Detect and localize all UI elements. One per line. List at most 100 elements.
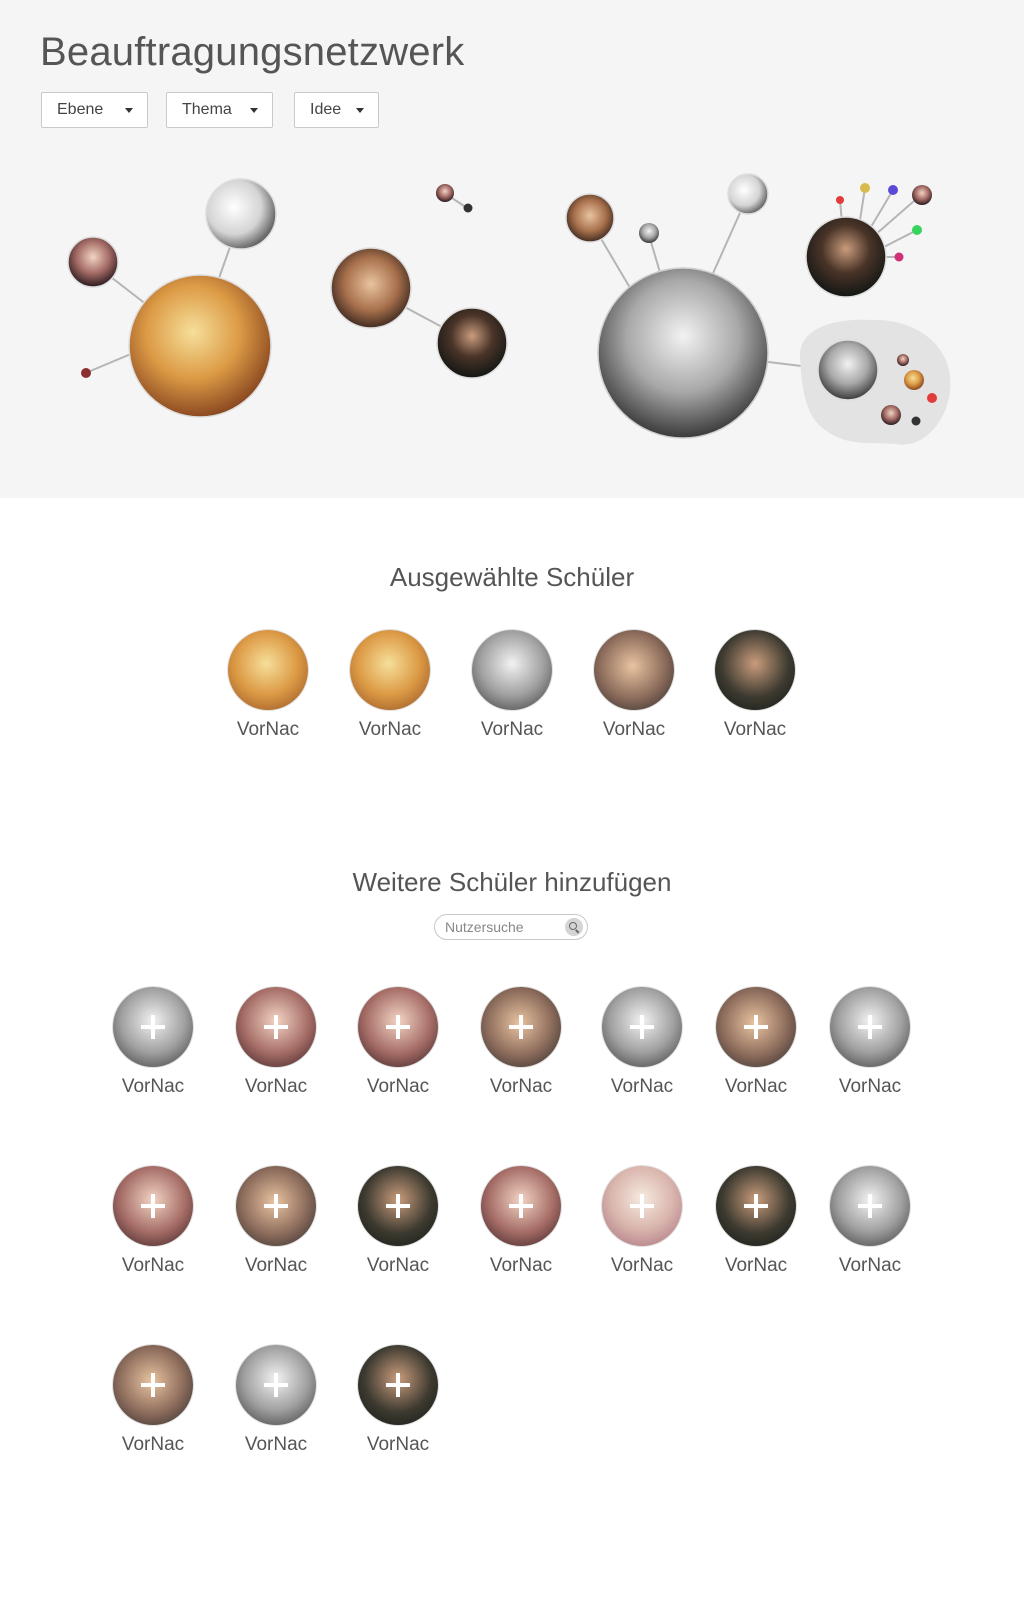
network-node-avatar bbox=[639, 223, 659, 243]
network-node-avatar bbox=[912, 185, 932, 205]
student-name: VorNac bbox=[724, 1255, 788, 1276]
student-name: VorNac bbox=[610, 1255, 674, 1276]
student-name: VorNac bbox=[236, 719, 300, 740]
add-student-avatar[interactable] bbox=[830, 1166, 910, 1246]
network-panel: Beauftragungsnetzwerk Ebene Thema Idee bbox=[0, 0, 1024, 498]
add-student-avatar[interactable] bbox=[113, 987, 193, 1067]
student-name: VorNac bbox=[121, 1076, 185, 1097]
plus-icon bbox=[630, 1015, 654, 1039]
plus-icon bbox=[141, 1015, 165, 1039]
network-node-dot bbox=[927, 393, 937, 403]
student-name: VorNac bbox=[366, 1255, 430, 1276]
plus-icon bbox=[744, 1194, 768, 1218]
network-node-avatar bbox=[881, 405, 901, 425]
plus-icon bbox=[509, 1015, 533, 1039]
add-student-avatar[interactable] bbox=[481, 1166, 561, 1246]
plus-icon bbox=[386, 1015, 410, 1039]
network-node-avatar bbox=[727, 173, 769, 215]
selected-student-avatar[interactable] bbox=[594, 630, 674, 710]
plus-icon bbox=[264, 1373, 288, 1397]
network-node-avatar bbox=[330, 247, 412, 329]
plus-icon bbox=[630, 1194, 654, 1218]
add-student-avatar[interactable] bbox=[236, 1166, 316, 1246]
student-name: VorNac bbox=[366, 1076, 430, 1097]
plus-icon bbox=[386, 1194, 410, 1218]
add-student-avatar[interactable] bbox=[602, 987, 682, 1067]
network-node-avatar bbox=[805, 216, 887, 298]
filter-ebene-dropdown[interactable]: Ebene bbox=[41, 92, 148, 128]
plus-icon bbox=[141, 1194, 165, 1218]
student-name: VorNac bbox=[358, 719, 422, 740]
student-name: VorNac bbox=[244, 1434, 308, 1455]
selected-students-heading: Ausgewählte Schüler bbox=[389, 562, 635, 592]
student-name: VorNac bbox=[121, 1255, 185, 1276]
chevron-down-icon bbox=[250, 108, 258, 113]
network-node-avatar bbox=[67, 236, 119, 288]
add-student-avatar[interactable] bbox=[358, 1345, 438, 1425]
add-student-avatar[interactable] bbox=[481, 987, 561, 1067]
add-student-avatar[interactable] bbox=[358, 1166, 438, 1246]
student-name: VorNac bbox=[121, 1434, 185, 1455]
student-name: VorNac bbox=[724, 1076, 788, 1097]
plus-icon bbox=[264, 1194, 288, 1218]
network-node-avatar bbox=[897, 354, 909, 366]
chevron-down-icon bbox=[356, 108, 364, 113]
network-node-dot bbox=[860, 183, 870, 193]
plus-icon bbox=[858, 1194, 882, 1218]
add-student-avatar[interactable] bbox=[602, 1166, 682, 1246]
network-node-avatar bbox=[565, 193, 615, 243]
filter-idee-label: Idee bbox=[310, 101, 342, 118]
selected-student-avatar[interactable] bbox=[228, 630, 308, 710]
network-node-dot bbox=[894, 252, 904, 262]
filter-idee-dropdown[interactable]: Idee bbox=[294, 92, 379, 128]
filter-thema-label: Thema bbox=[182, 101, 232, 118]
student-name: VorNac bbox=[480, 719, 544, 740]
selected-student-avatar[interactable] bbox=[472, 630, 552, 710]
add-student-avatar[interactable] bbox=[236, 1345, 316, 1425]
network-node-dot bbox=[888, 185, 898, 195]
student-name: VorNac bbox=[244, 1255, 308, 1276]
network-node-avatar bbox=[436, 307, 508, 379]
network-node-dot bbox=[912, 225, 922, 235]
filter-thema-dropdown[interactable]: Thema bbox=[166, 92, 273, 128]
selected-student-avatar[interactable] bbox=[715, 630, 795, 710]
filter-ebene-label: Ebene bbox=[57, 101, 104, 118]
add-student-avatar[interactable] bbox=[830, 987, 910, 1067]
network-node-avatar bbox=[436, 184, 454, 202]
selected-student-avatar[interactable] bbox=[350, 630, 430, 710]
add-student-avatar[interactable] bbox=[358, 987, 438, 1067]
search-icon[interactable] bbox=[565, 918, 583, 936]
page-title: Beauftragungsnetzwerk bbox=[40, 30, 465, 74]
network-node-avatar bbox=[904, 370, 924, 390]
student-name: VorNac bbox=[489, 1076, 553, 1097]
add-student-avatar[interactable] bbox=[236, 987, 316, 1067]
student-name: VorNac bbox=[366, 1434, 430, 1455]
add-student-avatar[interactable] bbox=[716, 987, 796, 1067]
add-student-avatar[interactable] bbox=[716, 1166, 796, 1246]
add-student-avatar[interactable] bbox=[113, 1345, 193, 1425]
network-node-avatar bbox=[597, 267, 769, 439]
student-name: VorNac bbox=[610, 1076, 674, 1097]
add-student-avatar[interactable] bbox=[113, 1166, 193, 1246]
network-node-avatar bbox=[817, 339, 879, 401]
network-node-avatar bbox=[205, 178, 277, 250]
chevron-down-icon bbox=[125, 108, 133, 113]
network-node-dot bbox=[463, 203, 473, 213]
plus-icon bbox=[744, 1015, 768, 1039]
network-node-dot bbox=[836, 196, 844, 204]
student-name: VorNac bbox=[602, 719, 666, 740]
student-name: VorNac bbox=[489, 1255, 553, 1276]
plus-icon bbox=[264, 1015, 288, 1039]
network-graph bbox=[67, 173, 951, 445]
network-node-dot bbox=[81, 368, 91, 378]
student-name: VorNac bbox=[838, 1076, 902, 1097]
student-name: VorNac bbox=[838, 1255, 902, 1276]
network-node-dot bbox=[911, 416, 921, 426]
add-students-heading: Weitere Schüler hinzufügen bbox=[352, 867, 672, 897]
student-name: VorNac bbox=[723, 719, 787, 740]
student-name: VorNac bbox=[244, 1076, 308, 1097]
plus-icon bbox=[386, 1373, 410, 1397]
network-node-avatar bbox=[128, 274, 272, 418]
plus-icon bbox=[858, 1015, 882, 1039]
plus-icon bbox=[141, 1373, 165, 1397]
